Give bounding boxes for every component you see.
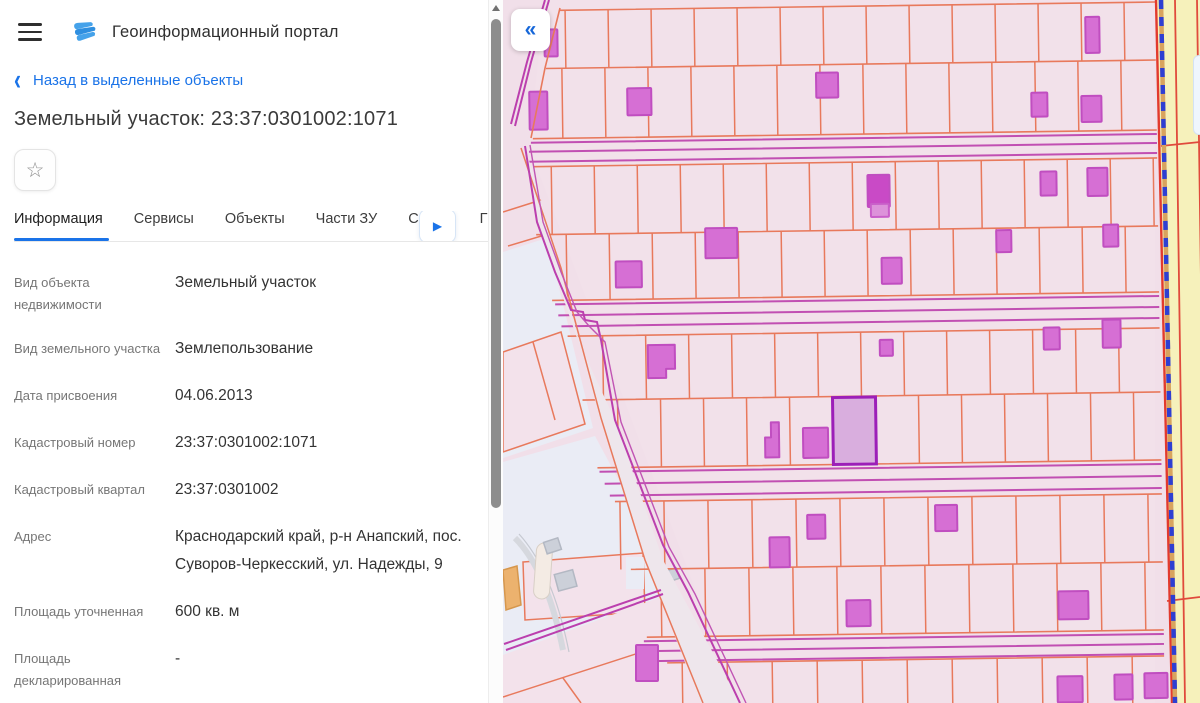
panel-header: Геоинформационный портал	[14, 0, 488, 46]
field-row: Кадастровый номер 23:37:0301002:1071	[14, 429, 488, 457]
field-row: Вид объекта недвижимости Земельный участ…	[14, 269, 488, 316]
geoportal-logo-icon	[72, 19, 98, 45]
field-value: 600 кв. м	[175, 598, 475, 626]
field-row: Площадь декларированная -	[14, 645, 488, 692]
panel-scrollbar[interactable]	[488, 0, 503, 703]
field-label: Площадь декларированная	[14, 645, 175, 692]
field-label: Вид земельного участка	[14, 335, 175, 363]
tab-bar: Информация Сервисы Объекты Части ЗУ Сост…	[14, 211, 488, 242]
scrollbar-up-arrow-icon[interactable]	[492, 5, 500, 11]
info-panel: Геоинформационный портал ‹ Назад в выдел…	[0, 0, 503, 703]
field-row: Кадастровый квартал 23:37:0301002	[14, 476, 488, 504]
selected-parcel[interactable]	[832, 397, 876, 465]
page-title: Земельный участок: 23:37:0301002:1071	[14, 108, 488, 131]
field-label: Площадь уточненная	[14, 598, 175, 626]
tab-objects[interactable]: Объекты	[225, 211, 285, 241]
field-value: 04.06.2013	[175, 382, 475, 410]
tab-information[interactable]: Информация	[14, 211, 103, 241]
back-chevron-icon: ‹	[14, 71, 21, 91]
tabs-scroll-right-button[interactable]: ▶	[419, 211, 456, 242]
field-label: Дата присвоения	[14, 382, 175, 410]
chevron-double-left-icon: «	[525, 18, 537, 42]
field-row: Вид земельного участка Землепользование	[14, 335, 488, 363]
geoportal-app: Геоинформационный портал ‹ Назад в выдел…	[0, 0, 1200, 703]
collapse-panel-button[interactable]: «	[511, 9, 550, 51]
field-value: 23:37:0301002	[175, 476, 475, 504]
info-panel-content: Геоинформационный портал ‹ Назад в выдел…	[0, 0, 488, 703]
back-link[interactable]: ‹ Назад в выделенные объекты	[14, 72, 488, 89]
tab-parts[interactable]: Части ЗУ	[316, 211, 378, 241]
star-icon: ☆	[26, 158, 45, 183]
tan-building	[503, 566, 521, 610]
field-row: Площадь уточненная 600 кв. м	[14, 598, 488, 626]
map-canvas	[503, 0, 1200, 703]
field-label: Адрес	[14, 523, 175, 579]
building	[636, 645, 658, 681]
field-value: Краснодарский край, р-н Анапский, пос. С…	[175, 523, 475, 579]
back-link-label: Назад в выделенные объекты	[33, 72, 243, 89]
cadastral-map[interactable]: «	[503, 0, 1200, 703]
field-label: Вид объекта недвижимости	[14, 269, 175, 316]
field-value: -	[175, 645, 475, 692]
field-value: Земельный участок	[175, 269, 475, 316]
field-value: 23:37:0301002:1071	[175, 429, 475, 457]
attributes-list: Вид объекта недвижимости Земельный участ…	[14, 242, 488, 692]
field-label: Кадастровый номер	[14, 429, 175, 457]
arrow-right-icon: ▶	[433, 219, 442, 233]
field-row: Дата присвоения 04.06.2013	[14, 382, 488, 410]
scrollbar-thumb[interactable]	[491, 19, 501, 508]
menu-icon[interactable]	[18, 23, 42, 41]
tab-next-partial[interactable]: Г	[480, 211, 488, 241]
field-value: Землепользование	[175, 335, 475, 363]
field-row: Адрес Краснодарский край, р-н Анапский, …	[14, 523, 488, 579]
tab-services[interactable]: Сервисы	[134, 211, 194, 241]
app-title: Геоинформационный портал	[112, 23, 339, 42]
map-edge-control[interactable]	[1193, 55, 1200, 135]
favorite-button[interactable]: ☆	[14, 149, 56, 191]
field-label: Кадастровый квартал	[14, 476, 175, 504]
